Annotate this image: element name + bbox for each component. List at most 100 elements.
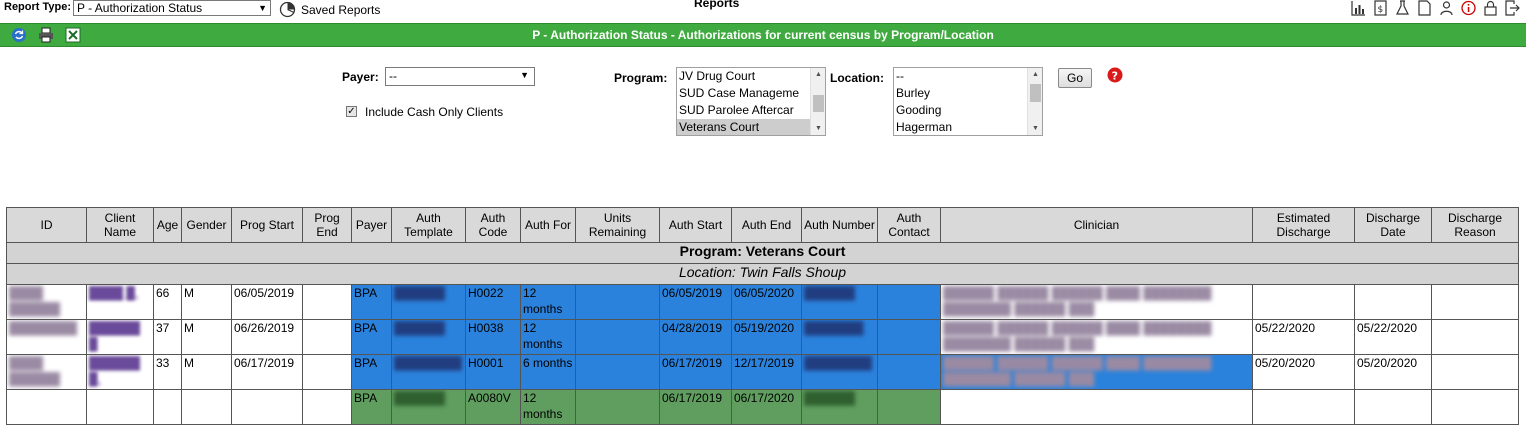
col-prog-start[interactable]: Prog Start [231,207,303,243]
cell-client-name[interactable]: ██████ █. [86,354,154,390]
col-auth-end[interactable]: Auth End [731,207,802,243]
cell-client-name [86,389,154,425]
table-row: ████ ██████ ████ █. 66 M 06/05/2019 BPA … [6,284,1519,320]
cell-client-name[interactable]: ██████ █ [86,319,154,355]
col-units-remaining[interactable]: Units Remaining [575,207,660,243]
location-option[interactable]: Gooding [894,102,1042,119]
cell-auth-end: 06/05/2020 [731,284,802,320]
cell-auth-for: 12 months [520,389,576,425]
program-listbox[interactable]: JV Drug Court SUD Case Manageme SUD Paro… [676,67,826,136]
col-auth-for[interactable]: Auth For [520,207,576,243]
cell-auth-number: ████████ [801,354,878,390]
col-auth-number[interactable]: Auth Number [801,207,878,243]
help-icon[interactable]: ? [1107,67,1123,83]
col-auth-contact[interactable]: Auth Contact [877,207,941,243]
scroll-thumb[interactable] [1030,84,1041,102]
scroll-up-icon[interactable]: ▲ [811,71,825,78]
report-type-select[interactable]: P - Authorization Status ▼ [73,0,271,16]
scroll-down-icon[interactable]: ▼ [1028,125,1042,132]
payer-select[interactable]: -- ▼ [385,67,535,86]
cell-prog-start: 06/26/2019 [231,319,303,355]
col-auth-start[interactable]: Auth Start [659,207,732,243]
location-group-row: Location: Twin Falls Shoup [6,263,1519,285]
bar-chart-icon[interactable] [1351,0,1366,16]
scroll-down-icon[interactable]: ▼ [811,125,825,132]
cell-auth-contact [877,319,941,355]
col-auth-template[interactable]: Auth Template [391,207,466,243]
cell-auth-number: ███████ [801,319,878,355]
cell-clinician: ██████ ██████ ██████ ████ ████████ █████… [940,319,1253,355]
dollar-document-icon[interactable]: $ [1373,0,1388,16]
cell-units-remaining [575,319,660,355]
location-scrollbar[interactable]: ▲ ▼ [1027,68,1042,135]
cell-client-name[interactable]: ████ █. [86,284,154,320]
cell-units-remaining [575,354,660,390]
location-option[interactable]: -- [894,68,1042,85]
cell-auth-end: 12/17/2019 [731,354,802,390]
person-icon[interactable] [1439,0,1454,16]
cell-gender: M [181,354,232,390]
saved-reports-link[interactable]: Saved Reports [279,1,380,18]
cell-discharge-date: 05/22/2020 [1354,319,1432,355]
cell-prog-start [231,389,303,425]
program-option[interactable]: SUD Parolee Aftercar [677,102,825,119]
cell-gender: M [181,284,232,320]
cell-estimated-discharge: 05/22/2020 [1252,319,1355,355]
col-gender[interactable]: Gender [181,207,232,243]
col-prog-end[interactable]: Prog End [302,207,352,243]
cell-auth-start: 06/17/2019 [659,389,732,425]
location-option[interactable]: Hagerman [894,119,1042,135]
col-id[interactable]: ID [6,207,87,243]
cell-auth-start: 06/05/2019 [659,284,732,320]
cell-auth-code: A0080V [465,389,521,425]
page-title: Reports [694,0,740,10]
col-clinician[interactable]: Clinician [940,207,1253,243]
col-estimated-discharge[interactable]: Estimated Discharge [1252,207,1355,243]
cell-id: ████████ [6,319,87,355]
cell-prog-end [302,389,352,425]
cell-auth-code: H0001 [465,354,521,390]
cell-discharge-date [1354,284,1432,320]
scroll-up-icon[interactable]: ▲ [1028,71,1042,78]
program-option[interactable]: SUD Case Manageme [677,85,825,102]
chevron-down-icon: ▼ [520,70,529,80]
col-discharge-date[interactable]: Discharge Date [1354,207,1432,243]
cell-units-remaining [575,284,660,320]
program-scrollbar[interactable]: ▲ ▼ [810,68,825,135]
exit-icon[interactable] [1505,0,1520,16]
col-auth-code[interactable]: Auth Code [465,207,521,243]
svg-text:$: $ [1378,5,1384,15]
chevron-down-icon: ▼ [258,3,267,13]
cell-age: 37 [153,319,182,355]
scroll-thumb[interactable] [813,95,824,112]
col-payer[interactable]: Payer [351,207,392,243]
cell-clinician [940,389,1253,425]
go-button[interactable]: Go [1058,68,1092,88]
cell-auth-code: H0038 [465,319,521,355]
lock-icon[interactable] [1483,0,1498,16]
location-listbox[interactable]: -- Burley Gooding Hagerman ▲ ▼ [893,67,1043,136]
col-discharge-reason[interactable]: Discharge Reason [1431,207,1519,243]
col-age[interactable]: Age [153,207,182,243]
program-option-selected[interactable]: Veterans Court [677,119,825,135]
table-row: ████████ ██████ █ 37 M 06/26/2019 BPA ██… [6,319,1519,355]
col-client-name[interactable]: Client Name [86,207,154,243]
program-option[interactable]: JV Drug Court [677,68,825,85]
top-bar: Report Type: P - Authorization Status ▼ … [0,0,1526,21]
cell-payer: BPA [351,319,392,355]
saved-reports-label: Saved Reports [301,2,381,17]
report-type-label: Report Type: [4,1,72,13]
document-icon[interactable] [1417,0,1432,16]
cell-auth-contact [877,354,941,390]
info-icon[interactable] [1461,0,1476,16]
cell-auth-number: ██████ [801,389,878,425]
cell-id [6,389,87,425]
report-type-value: P - Authorization Status [77,1,203,15]
cell-auth-contact [877,389,941,425]
location-option[interactable]: Burley [894,85,1042,102]
cell-id: ████ ██████ [6,284,87,320]
cell-auth-template: ██████ [391,319,466,355]
include-cash-checkbox[interactable]: ✓ [346,106,357,117]
flask-icon[interactable] [1395,0,1410,16]
cell-discharge-reason [1431,284,1519,320]
